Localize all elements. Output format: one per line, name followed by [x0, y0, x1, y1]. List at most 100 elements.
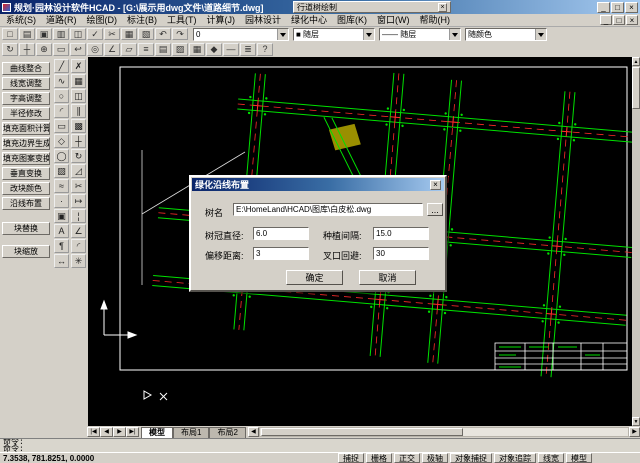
menu-item-8[interactable]: 图库(K) [332, 14, 372, 27]
scroll-right-icon[interactable]: ▶ [629, 427, 640, 437]
menu-item-3[interactable]: 标注(B) [122, 14, 162, 27]
redraw-icon[interactable]: ↻ [2, 43, 18, 56]
paste-icon[interactable]: ▧ [138, 28, 154, 40]
trim-icon[interactable]: ✂ [71, 179, 86, 193]
tab-model[interactable]: 模型 [141, 427, 173, 438]
menu-item-2[interactable]: 绘图(D) [82, 14, 123, 27]
vertical-scroll-thumb[interactable] [632, 67, 640, 109]
horizontal-scrollbar[interactable]: ◀ ▶ [248, 427, 640, 438]
status-toggle-3[interactable]: 极轴 [422, 453, 448, 463]
planting-interval-input[interactable] [373, 227, 429, 240]
mtext-icon[interactable]: ¶ [54, 239, 69, 253]
scroll-up-icon[interactable]: ▲ [632, 57, 640, 66]
junction-avoid-input[interactable] [373, 247, 429, 260]
status-toggle-0[interactable]: 捕捉 [338, 453, 364, 463]
scale-icon[interactable]: ◿ [71, 164, 86, 178]
new-icon[interactable]: □ [2, 28, 18, 40]
menu-item-7[interactable]: 绿化中心 [286, 14, 332, 27]
menu-item-6[interactable]: 园林设计 [240, 14, 286, 27]
move-icon[interactable]: ┼ [71, 134, 86, 148]
status-toggle-2[interactable]: 正交 [394, 453, 420, 463]
ellipse-icon[interactable]: ◯ [54, 149, 69, 163]
redo-icon[interactable]: ↷ [172, 28, 188, 40]
menu-item-0[interactable]: 系统(S) [1, 14, 41, 27]
offset-icon[interactable]: ∥ [71, 104, 86, 118]
mirror-icon[interactable]: ◫ [71, 89, 86, 103]
menu-item-9[interactable]: 窗口(W) [372, 14, 415, 27]
menu-item-10[interactable]: 帮助(H) [415, 14, 456, 27]
side-button-6[interactable]: 填充图案变换 [2, 152, 50, 165]
text-icon[interactable]: A [54, 224, 69, 238]
minimize-button[interactable]: _ [597, 2, 610, 13]
erase-icon[interactable]: ✗ [71, 59, 86, 73]
status-toggle-1[interactable]: 栅格 [366, 453, 392, 463]
side-button-2[interactable]: 字高调整 [2, 92, 50, 105]
tab-nav-button-0[interactable]: |◀ [87, 427, 100, 437]
list-icon[interactable]: ≡ [138, 43, 154, 56]
cancel-button[interactable]: 取消 [359, 270, 416, 285]
properties-icon[interactable]: ▤ [155, 43, 171, 56]
spline-icon[interactable]: ≈ [54, 179, 69, 193]
pan-icon[interactable]: ┼ [19, 43, 35, 56]
break-icon[interactable]: ¦ [71, 209, 86, 223]
open-icon[interactable]: ▤ [19, 28, 35, 40]
polyline-icon[interactable]: ∿ [54, 74, 69, 88]
mdi-restore-button[interactable]: □ [613, 15, 625, 25]
side-button-9[interactable]: 沿线布置 [2, 197, 50, 210]
status-toggle-6[interactable]: 线宽 [538, 453, 564, 463]
tab-nav-button-1[interactable]: ◀ [100, 427, 113, 437]
close-button[interactable]: × [625, 2, 638, 13]
ok-button[interactable]: 确定 [286, 270, 343, 285]
horizontal-scroll-track[interactable] [259, 427, 629, 437]
chamfer-icon[interactable]: ∠ [71, 224, 86, 238]
tab-layout1[interactable]: 布局1 [173, 427, 209, 438]
side-button-10[interactable]: 块替换 [2, 222, 50, 235]
dimension-icon[interactable]: ↔ [54, 254, 69, 268]
circle-icon[interactable]: ○ [54, 89, 69, 103]
print-icon[interactable]: ▥ [53, 28, 69, 40]
match-properties-icon[interactable]: ▨ [172, 43, 188, 56]
layer-combo-arrow-icon[interactable] [277, 29, 288, 40]
mdi-close-button[interactable]: × [626, 15, 638, 25]
rectangle-icon[interactable]: ▭ [54, 119, 69, 133]
array-icon[interactable]: ▩ [71, 119, 86, 133]
point-icon[interactable]: · [54, 194, 69, 208]
preview-icon[interactable]: ◫ [70, 28, 86, 40]
color-combo-arrow-icon[interactable] [363, 29, 374, 40]
dialog-close-button[interactable]: × [430, 180, 441, 190]
help-icon[interactable]: ? [257, 43, 273, 56]
status-toggle-5[interactable]: 对象追踪 [494, 453, 536, 463]
side-button-11[interactable]: 块缩放 [2, 245, 50, 258]
plotstyle-combo[interactable]: 随颜色 [465, 28, 547, 41]
save-icon[interactable]: ▣ [36, 28, 52, 40]
side-button-4[interactable]: 填充面积计算 [2, 122, 50, 135]
plotstyle-combo-arrow-icon[interactable] [535, 29, 546, 40]
status-toggle-4[interactable]: 对象捕捉 [450, 453, 492, 463]
extend-icon[interactable]: ↦ [71, 194, 86, 208]
cut-icon[interactable]: ✂ [104, 28, 120, 40]
zoom-realtime-icon[interactable]: ⊕ [36, 43, 52, 56]
offset-distance-input[interactable] [253, 247, 309, 260]
distance-icon[interactable]: ∠ [104, 43, 120, 56]
scroll-left-icon[interactable]: ◀ [248, 427, 259, 437]
linetype-combo[interactable]: —— 随层 [379, 28, 461, 41]
area-icon[interactable]: ▱ [121, 43, 137, 56]
tab-nav-button-2[interactable]: ▶ [113, 427, 126, 437]
polygon-icon[interactable]: ◇ [54, 134, 69, 148]
side-button-0[interactable]: 曲线整合 [2, 62, 50, 75]
arc-icon[interactable]: ◜ [54, 104, 69, 118]
line-icon[interactable]: ╱ [54, 59, 69, 73]
spell-icon[interactable]: ✓ [87, 28, 103, 40]
command-window[interactable]: 命令:命令: [0, 438, 640, 452]
copy-object-icon[interactable]: ▦ [71, 74, 86, 88]
explode-icon[interactable]: ✳ [71, 254, 86, 268]
linetype-combo-arrow-icon[interactable] [449, 29, 460, 40]
crown-diameter-input[interactable] [253, 227, 309, 240]
floating-toolbar-street-trees[interactable]: 行道树绘制 × [293, 1, 451, 13]
undo-icon[interactable]: ↶ [155, 28, 171, 40]
zoom-extents-icon[interactable]: ◎ [87, 43, 103, 56]
vertical-scrollbar[interactable]: ▲ ▼ [632, 57, 640, 426]
copy-icon[interactable]: ▦ [121, 28, 137, 40]
menu-item-5[interactable]: 计算(J) [202, 14, 241, 27]
hatch-icon[interactable]: ▨ [54, 164, 69, 178]
